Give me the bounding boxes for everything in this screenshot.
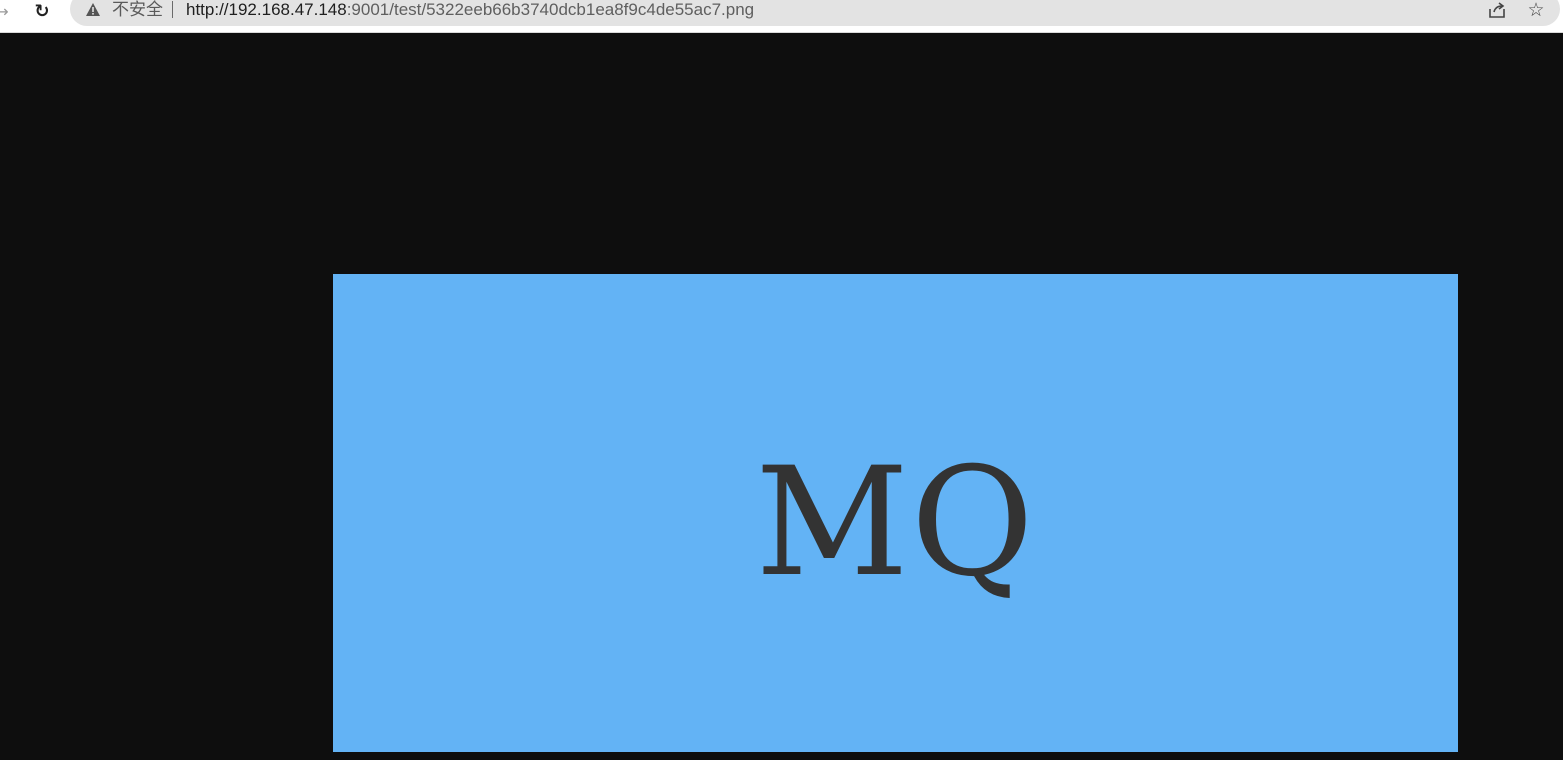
url-text[interactable]: http://192.168.47.148:9001/test/5322eeb6… [186, 0, 754, 20]
star-icon[interactable]: ☆ [1526, 0, 1546, 21]
warning-triangle-icon [86, 3, 100, 16]
forward-arrow-icon[interactable]: → [0, 0, 10, 22]
browser-toolbar: → ↻ 不安全 http://192.168.47.148:9001/test/… [0, 0, 1563, 33]
address-divider [172, 1, 173, 18]
address-bar[interactable]: 不安全 http://192.168.47.148:9001/test/5322… [70, 0, 1560, 26]
url-host: http://192.168.47.148 [186, 0, 347, 19]
security-status[interactable]: 不安全 [112, 0, 163, 20]
reload-icon[interactable]: ↻ [31, 0, 53, 22]
share-icon[interactable] [1487, 1, 1507, 19]
displayed-image: MQ [333, 274, 1458, 752]
url-path: :9001/test/5322eeb66b3740dcb1ea8f9c4de55… [346, 0, 755, 19]
image-text: MQ [755, 436, 1036, 610]
